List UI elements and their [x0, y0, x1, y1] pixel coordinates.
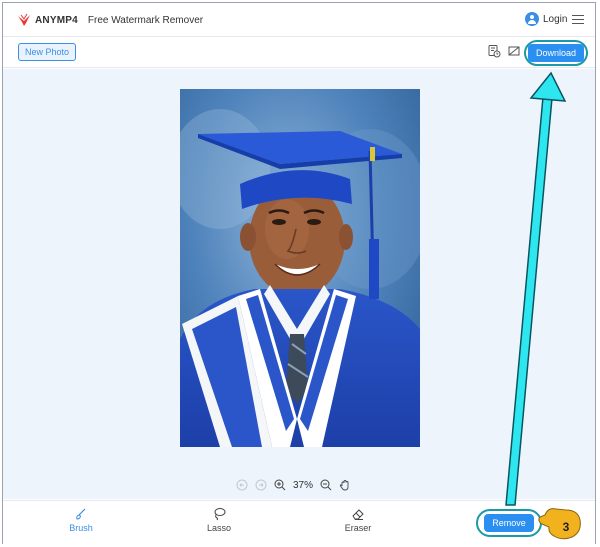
- new-photo-button[interactable]: New Photo: [18, 43, 77, 61]
- eraser-icon: [352, 509, 364, 520]
- portrait-photo[interactable]: [180, 89, 420, 447]
- undo-icon[interactable]: [236, 479, 248, 491]
- editor-canvas[interactable]: 37%: [3, 69, 595, 499]
- header: ANYMP4 Free Watermark Remover Login: [3, 3, 595, 37]
- brush-label: Brush: [69, 523, 93, 533]
- hamburger-menu-icon[interactable]: [572, 15, 584, 25]
- toolbar: New Photo Download: [3, 38, 595, 68]
- anymp4-logo-icon: [18, 13, 30, 26]
- app-window: ANYMP4 Free Watermark Remover Login New …: [2, 2, 596, 544]
- zoom-in-icon[interactable]: [274, 479, 286, 491]
- pan-hand-icon[interactable]: [339, 479, 351, 491]
- remove-button[interactable]: Remove: [484, 514, 534, 532]
- download-button[interactable]: Download: [528, 44, 584, 62]
- app-title: Free Watermark Remover: [87, 14, 204, 26]
- login-button[interactable]: Login: [525, 12, 567, 26]
- zoom-controls: 37%: [236, 479, 351, 491]
- brush-tool[interactable]: Brush: [51, 507, 111, 533]
- bottom-toolbar: Brush Lasso Eraser Remove: [3, 500, 595, 544]
- login-label: Login: [543, 13, 568, 25]
- brand-name: ANYMP4: [35, 14, 78, 26]
- crop-icon[interactable]: [507, 44, 521, 58]
- logo[interactable]: ANYMP4 Free Watermark Remover: [17, 13, 203, 27]
- lasso-tool[interactable]: Lasso: [189, 507, 249, 533]
- eraser-label: Eraser: [344, 523, 372, 533]
- eraser-tool[interactable]: Eraser: [328, 507, 388, 533]
- user-icon: [525, 12, 539, 26]
- history-icon[interactable]: [487, 44, 501, 58]
- redo-icon[interactable]: [255, 479, 267, 491]
- zoom-out-icon[interactable]: [320, 479, 332, 491]
- brush-icon: [76, 508, 86, 520]
- zoom-level: 37%: [293, 479, 314, 491]
- lasso-icon: [214, 508, 226, 521]
- lasso-label: Lasso: [206, 523, 232, 533]
